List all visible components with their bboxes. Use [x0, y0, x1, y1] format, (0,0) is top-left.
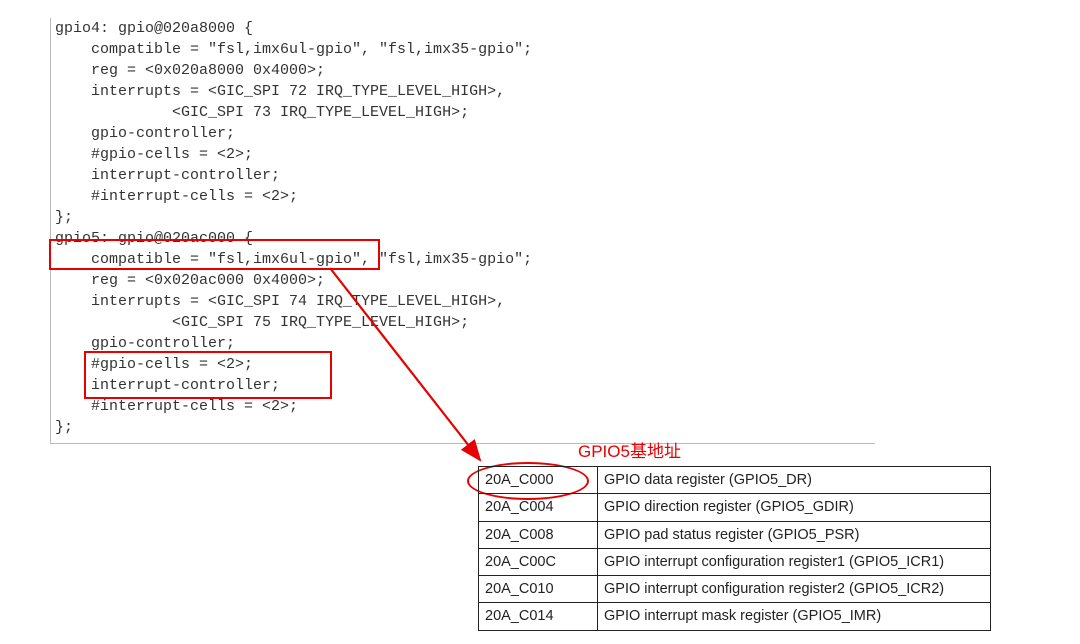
code-line: }; [55, 417, 875, 438]
annotation-label: GPIO5基地址 [578, 440, 681, 464]
register-name: GPIO direction register (GPIO5_GDIR) [598, 494, 991, 521]
table-row: 20A_C004GPIO direction register (GPIO5_G… [479, 494, 991, 521]
table-row: 20A_C010GPIO interrupt configuration reg… [479, 576, 991, 603]
register-address: 20A_C00C [479, 548, 598, 575]
code-line: interrupts = <GIC_SPI 72 IRQ_TYPE_LEVEL_… [55, 81, 875, 102]
code-line: compatible = "fsl,imx6ul-gpio", "fsl,imx… [55, 39, 875, 60]
highlight-box-gpio5-node [49, 239, 380, 270]
highlight-box-gpio-controller [84, 351, 332, 399]
code-line: }; [55, 207, 875, 228]
register-address: 20A_C008 [479, 521, 598, 548]
table-row: 20A_C008GPIO pad status register (GPIO5_… [479, 521, 991, 548]
register-name: GPIO data register (GPIO5_DR) [598, 467, 991, 494]
table-row: 20A_C00CGPIO interrupt configuration reg… [479, 548, 991, 575]
register-address: 20A_C014 [479, 603, 598, 630]
code-line: reg = <0x020ac000 0x4000>; [55, 270, 875, 291]
register-table: 20A_C000GPIO data register (GPIO5_DR)20A… [478, 466, 991, 631]
code-line: interrupts = <GIC_SPI 74 IRQ_TYPE_LEVEL_… [55, 291, 875, 312]
code-line: #interrupt-cells = <2>; [55, 396, 875, 417]
code-line: interrupt-controller; [55, 165, 875, 186]
code-line: #interrupt-cells = <2>; [55, 186, 875, 207]
register-address: 20A_C000 [479, 467, 598, 494]
code-line: #gpio-cells = <2>; [55, 144, 875, 165]
code-line: gpio4: gpio@020a8000 { [55, 18, 875, 39]
register-name: GPIO interrupt mask register (GPIO5_IMR) [598, 603, 991, 630]
code-line: reg = <0x020a8000 0x4000>; [55, 60, 875, 81]
code-line: <GIC_SPI 73 IRQ_TYPE_LEVEL_HIGH>; [55, 102, 875, 123]
table-row: 20A_C014GPIO interrupt mask register (GP… [479, 603, 991, 630]
table-row: 20A_C000GPIO data register (GPIO5_DR) [479, 467, 991, 494]
register-name: GPIO interrupt configuration register1 (… [598, 548, 991, 575]
register-address: 20A_C010 [479, 576, 598, 603]
register-address: 20A_C004 [479, 494, 598, 521]
code-line: gpio-controller; [55, 123, 875, 144]
register-name: GPIO interrupt configuration register2 (… [598, 576, 991, 603]
code-line: <GIC_SPI 75 IRQ_TYPE_LEVEL_HIGH>; [55, 312, 875, 333]
register-name: GPIO pad status register (GPIO5_PSR) [598, 521, 991, 548]
